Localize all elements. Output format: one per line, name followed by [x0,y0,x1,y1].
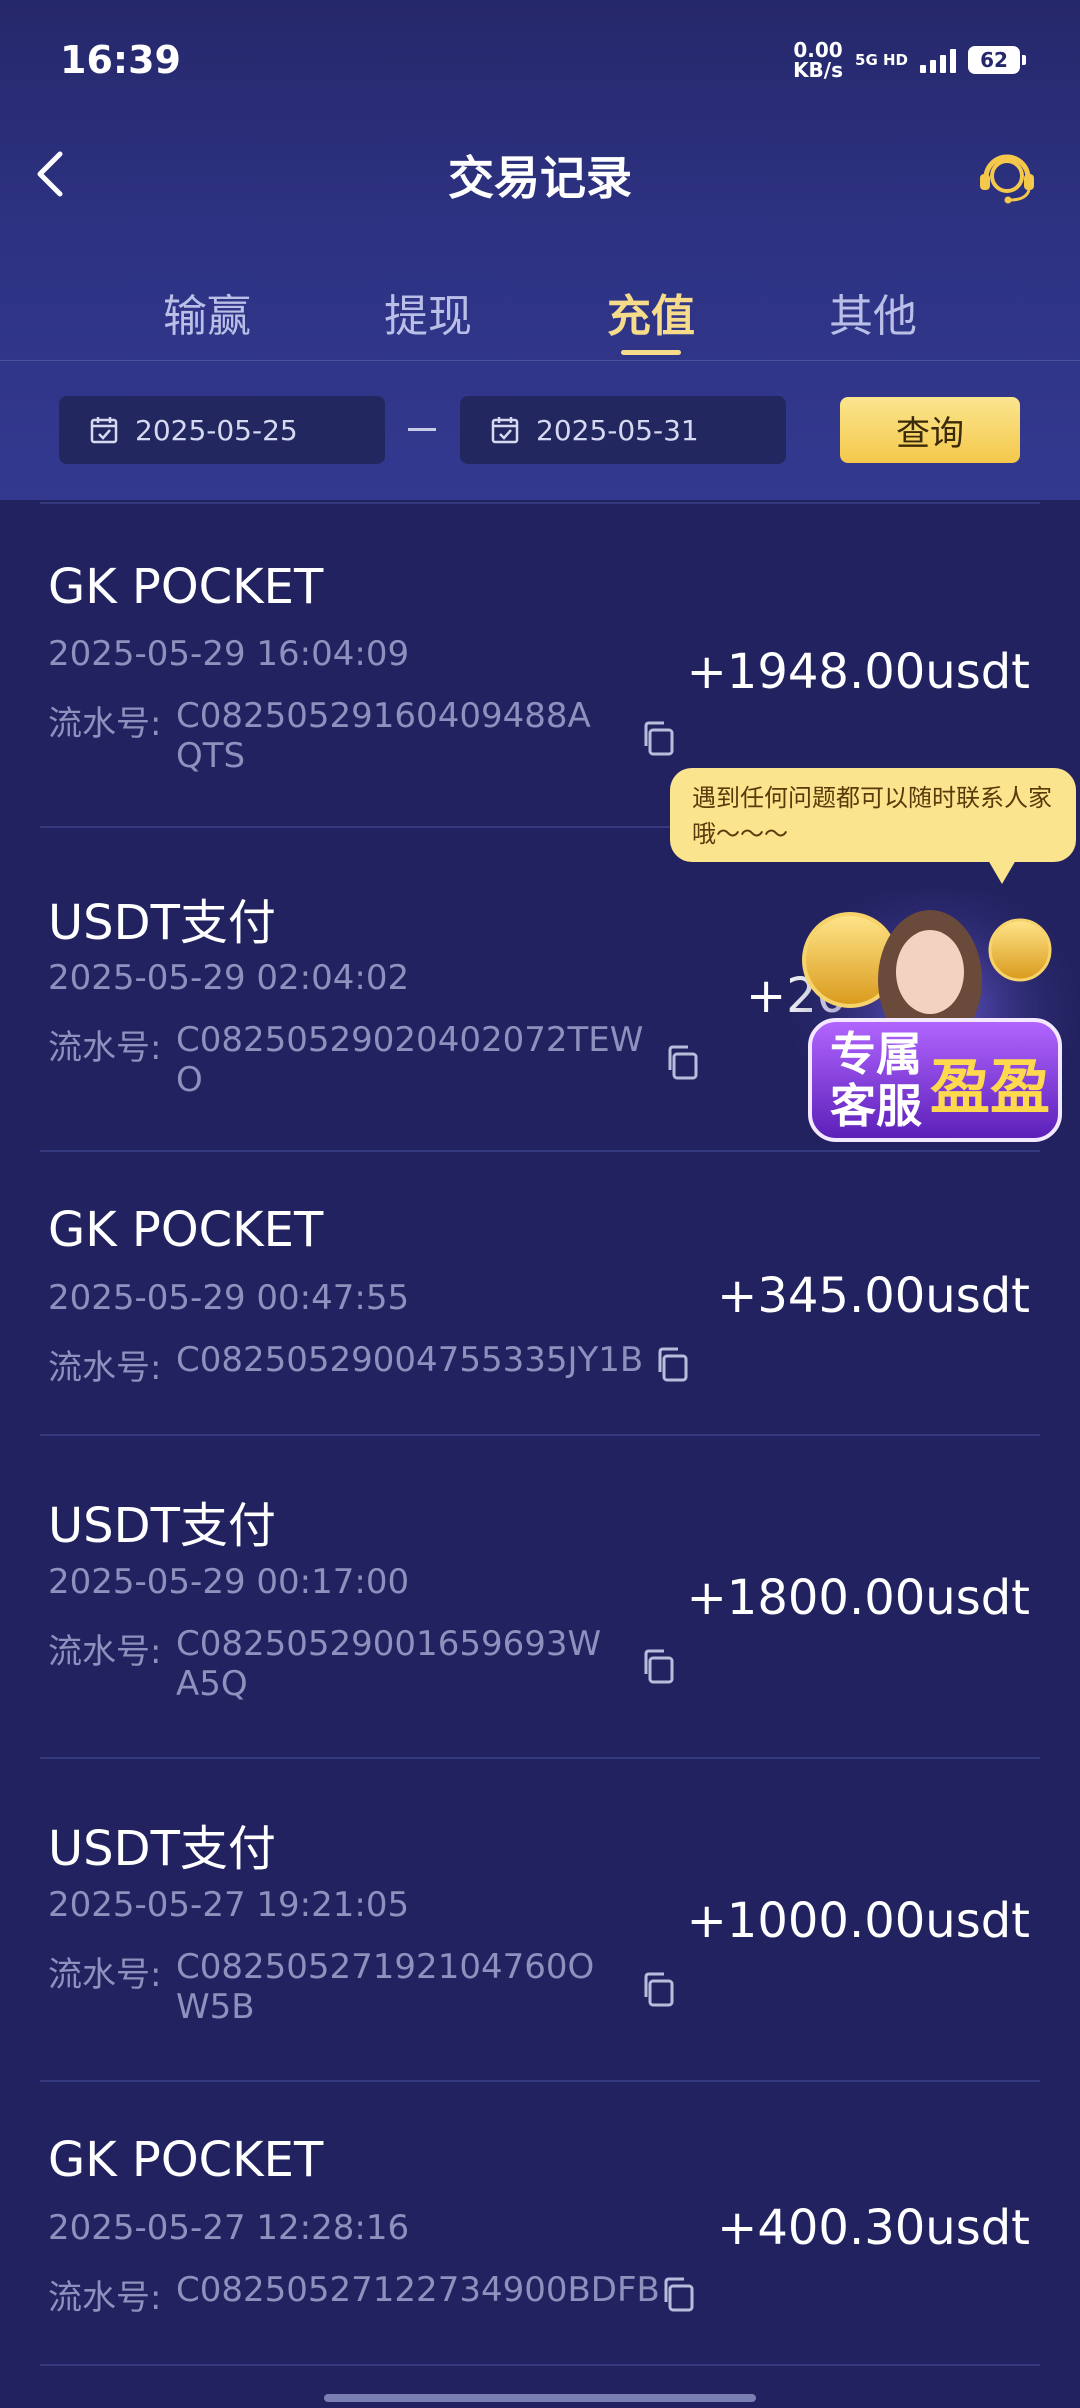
serial-value: C08250527122734900BDFB [176,2270,660,2310]
tab-other[interactable]: 其他 [793,280,953,344]
calendar-icon [491,417,519,444]
home-indicator[interactable] [324,2394,756,2402]
end-date-value: 2025-05-31 [536,413,699,447]
tab-divider [0,360,1080,361]
serial-label: 流水号: [48,2278,162,2318]
copy-icon[interactable] [654,1346,690,1382]
serial-value: C08250529160409488AQTS [176,696,591,776]
tab-withdraw[interactable]: 提现 [348,280,508,344]
record-amount: +1948.00usdt [686,644,1030,700]
banner-line-1: 专属 [830,1027,922,1081]
calendar-icon [90,417,118,444]
record-channel: GK POCKET [48,2132,324,2188]
record-time: 2025-05-29 16:04:09 [48,634,410,674]
network-type: 5G HD [855,51,908,69]
record-row[interactable]: USDT支付 2025-05-27 19:21:05 流水号: C0825052… [40,1757,1040,2081]
support-tooltip[interactable]: 遇到任何问题都可以随时联系人家哦～～～ [670,768,1076,884]
customer-service-banner[interactable]: 专属 客服 盈盈 [790,890,1080,1160]
copy-icon[interactable] [640,720,676,756]
record-amount: +400.30usdt [717,2200,1030,2256]
serial-label: 流水号: [48,1348,162,1388]
copy-icon[interactable] [660,2276,696,2312]
record-row[interactable]: USDT支付 2025-05-29 00:17:00 流水号: C0825052… [40,1434,1040,1758]
status-bar: 16:39 0.00 KB/s 5G HD 62 [0,0,1080,120]
network-speed: 0.00 KB/s [793,40,843,80]
record-serial: 流水号: C08250527192104760OW5B [48,1947,616,2027]
query-button[interactable]: 查询 [840,397,1020,463]
record-time: 2025-05-27 19:21:05 [48,1885,410,1925]
record-amount: +1000.00usdt [686,1893,1030,1949]
tab-win-loss[interactable]: 输赢 [127,280,287,344]
status-time: 16:39 [60,38,181,82]
tab-bar: 输赢 提现 充值 其他 [0,280,1080,360]
record-channel: GK POCKET [48,559,324,615]
serial-label: 流水号: [48,1028,162,1068]
record-channel: GK POCKET [48,1202,324,1258]
serial-label: 流水号: [48,704,162,744]
record-time: 2025-05-29 00:47:55 [48,1278,410,1318]
record-serial: 流水号: C08250529004755335JY1B [48,1340,646,1389]
record-serial: 流水号: C08250529001659693WA5Q [48,1624,616,1704]
end-date-picker[interactable]: 2025-05-31 [460,396,786,464]
record-channel: USDT支付 [48,1821,276,1877]
copy-icon[interactable] [640,1648,676,1684]
tab-deposit[interactable]: 充值 [571,280,731,355]
copy-icon[interactable] [640,1971,676,2007]
tab-deposit-label: 充值 [607,291,695,342]
network-speed-unit: KB/s [793,58,844,82]
banner-name: 盈盈 [930,1053,1050,1123]
record-serial: 流水号: C08250529020402072TEWO [48,1020,646,1100]
page-title: 交易记录 [448,151,632,205]
copy-icon[interactable] [664,1044,700,1080]
active-tab-indicator [621,350,681,355]
serial-label: 流水号: [48,1632,162,1672]
banner-line-2: 客服 [830,1079,922,1133]
date-range-separator [408,428,436,431]
customer-service-headset-icon[interactable] [974,142,1040,208]
record-amount: +345.00usdt [717,1268,1030,1324]
record-channel: USDT支付 [48,895,276,951]
record-row[interactable]: GK POCKET 2025-05-27 12:28:16 流水号: C0825… [40,2080,1040,2366]
nav-bar: 交易记录 [0,120,1080,230]
serial-value: C08250529020402072TEWO [176,1020,644,1100]
battery-icon: 62 [968,46,1026,74]
start-date-picker[interactable]: 2025-05-25 [59,396,385,464]
serial-value: C08250527192104760OW5B [176,1947,595,2027]
record-time: 2025-05-29 00:17:00 [48,1562,410,1602]
record-amount: +1800.00usdt [686,1570,1030,1626]
start-date-value: 2025-05-25 [135,413,298,447]
signal-icon [920,47,956,73]
record-serial: 流水号: C08250529160409488AQTS [48,696,616,776]
network-speed-value: 0.00 [793,38,843,62]
serial-label: 流水号: [48,1955,162,1995]
status-indicators: 0.00 KB/s 5G HD 62 [793,40,1026,80]
record-row[interactable]: GK POCKET 2025-05-29 00:47:55 流水号: C0825… [40,1150,1040,1434]
record-time: 2025-05-29 02:04:02 [48,958,410,998]
serial-value: C08250529001659693WA5Q [176,1624,602,1704]
record-serial: 流水号: C08250527122734900BDFB [48,2270,660,2319]
record-time: 2025-05-27 12:28:16 [48,2208,410,2248]
record-channel: USDT支付 [48,1498,276,1554]
serial-value: C08250529004755335JY1B [176,1340,644,1380]
